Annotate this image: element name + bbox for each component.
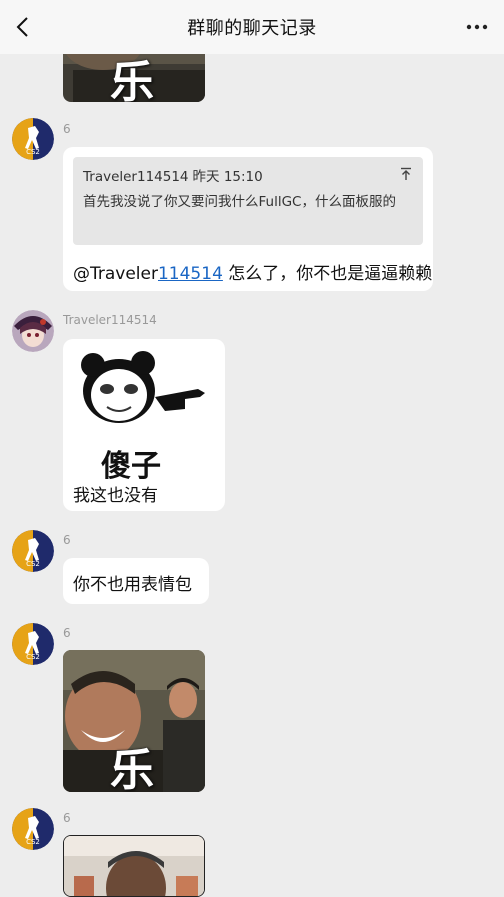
message-text: 我这也没有 <box>73 486 158 506</box>
chevron-left-icon[interactable] <box>12 15 36 39</box>
sender-name: Traveler114514 <box>63 313 157 327</box>
message-text-rest: 怎么了，你不也是逼逼赖赖 <box>222 264 433 284</box>
sticker-image[interactable]: 乐 <box>63 650 205 792</box>
sticker-caption: 乐 <box>110 57 154 102</box>
svg-text:CS2: CS2 <box>26 148 40 156</box>
svg-text:CS2: CS2 <box>26 838 40 846</box>
message-bubble[interactable]: 傻子 我这也没有 <box>63 339 225 511</box>
panda-sticker[interactable]: 傻子 <box>73 349 211 484</box>
quote-author: Traveler114514 <box>83 169 189 185</box>
message-text: @Traveler114514 怎么了，你不也是逼逼赖赖 <box>73 259 432 284</box>
sender-name: 6 <box>63 626 71 640</box>
svg-text:CS2: CS2 <box>26 560 40 568</box>
quoted-message[interactable]: Traveler114514 昨天 15:10 首先我没说了你又要问我什么Full… <box>73 157 423 245</box>
quote-time: 昨天 15:10 <box>192 169 263 185</box>
message-text: 你不也用表情包 <box>73 575 192 595</box>
mention-prefix: @Traveler <box>73 264 158 284</box>
avatar[interactable] <box>12 310 54 352</box>
svg-text:CS2: CS2 <box>26 653 40 661</box>
quote-header: Traveler114514 昨天 15:10 <box>83 165 263 185</box>
message-bubble[interactable]: Traveler114514 昨天 15:10 首先我没说了你又要问我什么Full… <box>63 147 433 291</box>
message-list[interactable]: 乐 CS2 6 Traveler114514 昨天 15:10 首先我没说了你又要… <box>0 54 504 897</box>
sticker-caption: 乐 <box>110 745 154 792</box>
panda-pointing-image <box>81 351 205 423</box>
avatar[interactable]: CS2 <box>12 808 54 850</box>
sticker-caption: 傻子 <box>101 449 161 484</box>
avatar[interactable]: CS2 <box>12 623 54 665</box>
quote-text: 首先我没说了你又要问我什么FullGC，什么面板服的 <box>83 194 396 210</box>
sender-name: 6 <box>63 811 71 825</box>
man-photo <box>64 836 204 896</box>
avatar[interactable]: CS2 <box>12 530 54 572</box>
mention-link[interactable]: 114514 <box>158 264 223 284</box>
sticker-image[interactable]: 乐 <box>63 54 205 102</box>
sticker-image[interactable] <box>63 835 205 897</box>
more-horizontal-icon[interactable] <box>466 24 488 30</box>
sender-name: 6 <box>63 533 71 547</box>
scroll-to-top-icon[interactable] <box>399 167 413 181</box>
sender-name: 6 <box>63 122 71 136</box>
avatar[interactable]: CS2 <box>12 118 54 160</box>
page-title: 群聊的聊天记录 <box>187 18 317 39</box>
message-bubble[interactable]: 你不也用表情包 <box>63 558 209 604</box>
top-bar: 群聊的聊天记录 <box>0 0 504 54</box>
